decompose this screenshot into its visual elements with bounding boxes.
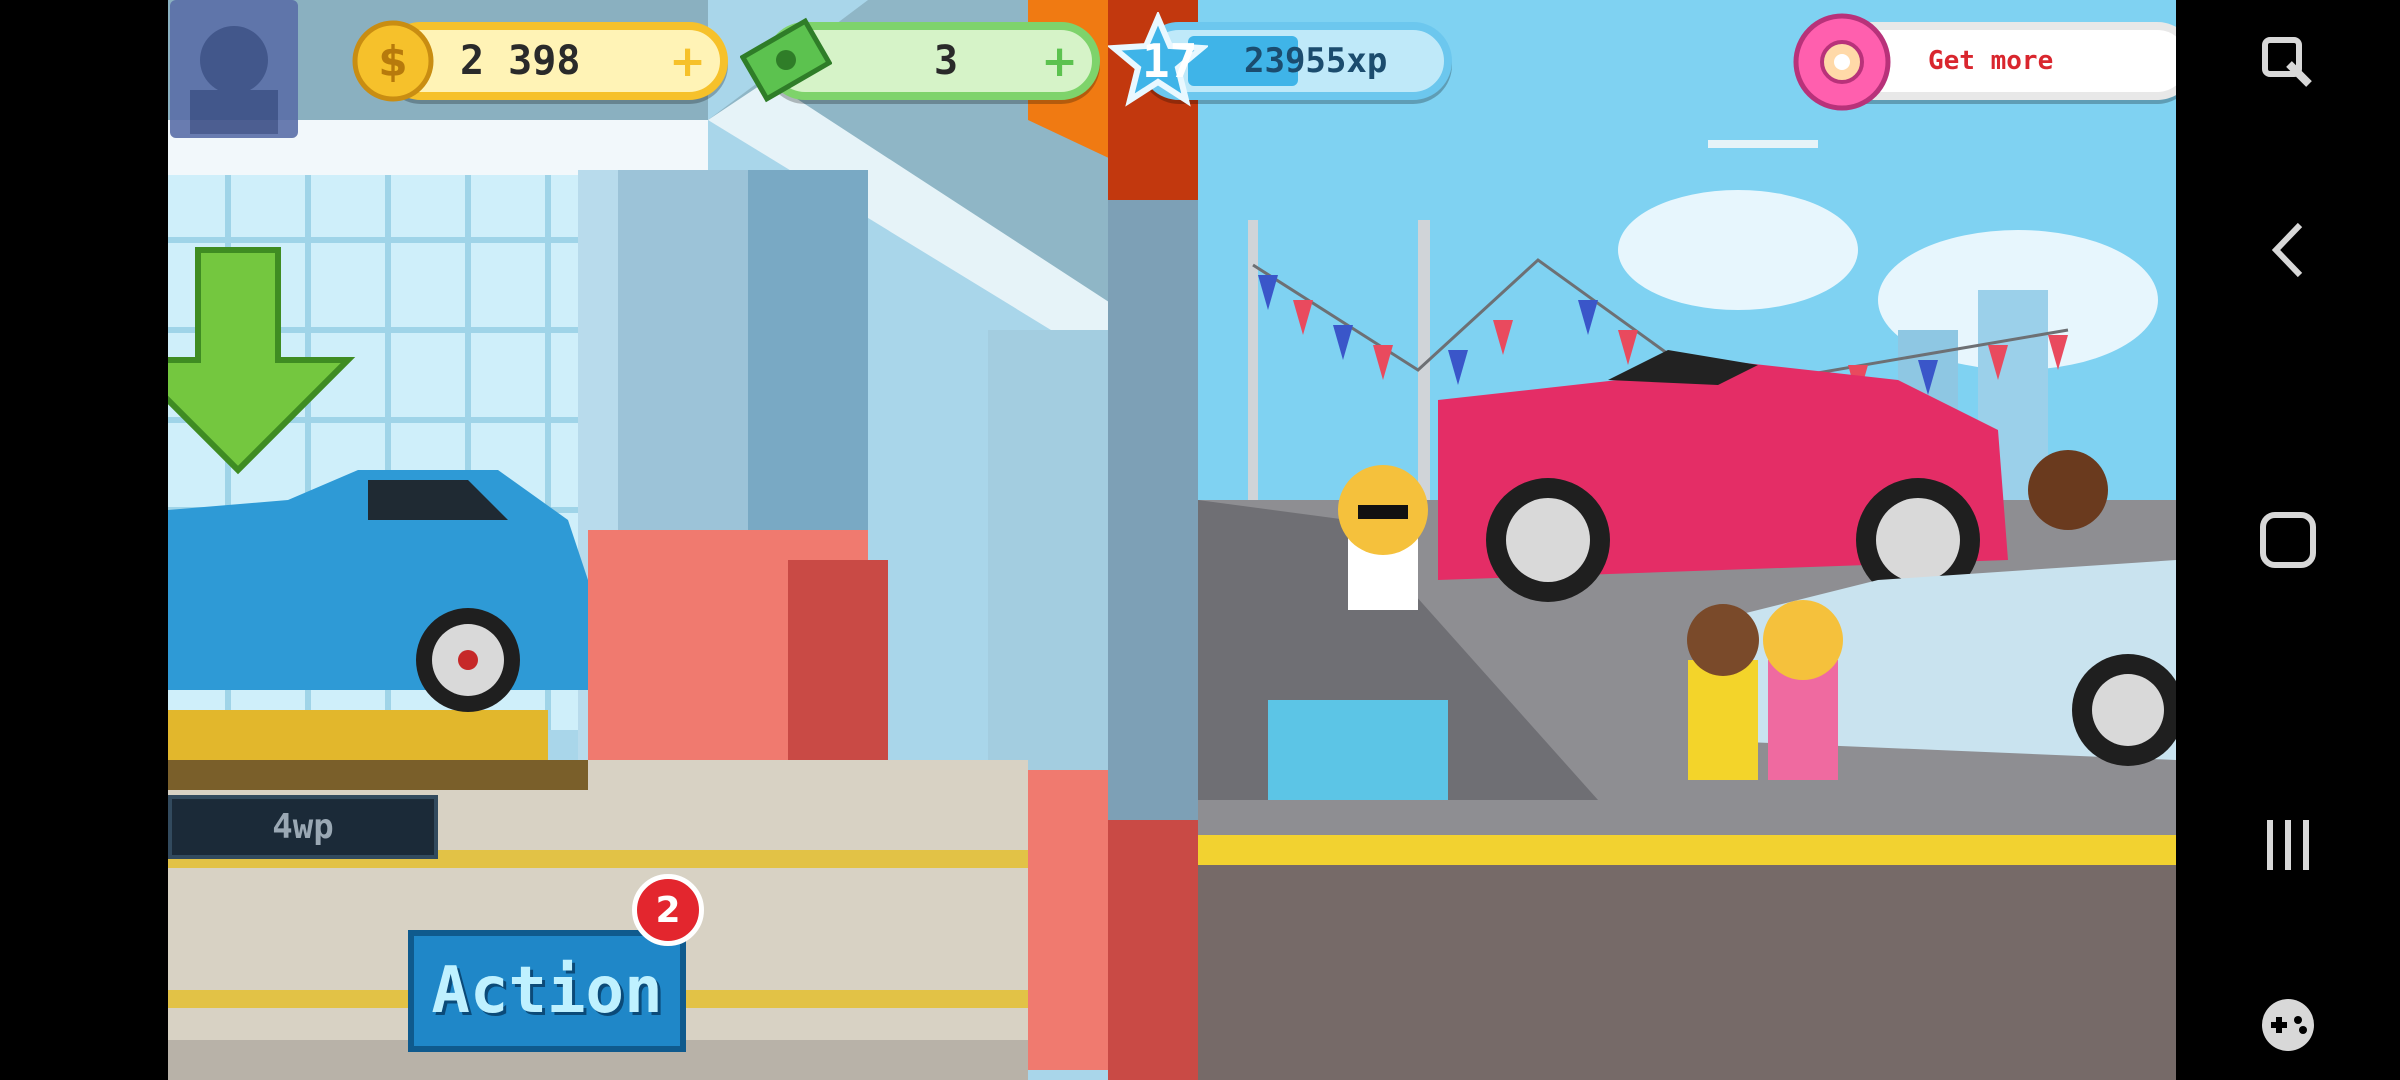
donut-get-more[interactable]: Get more	[1793, 13, 2176, 111]
recents-button[interactable]	[2176, 795, 2400, 895]
home-button[interactable]	[2176, 490, 2400, 590]
coins-plus-icon[interactable]: +	[669, 36, 706, 87]
system-navigation-bar	[2176, 0, 2400, 1080]
cash-counter[interactable]: 3 +	[740, 17, 1100, 103]
lift-label-text: 4wp	[272, 807, 334, 847]
portrait-icon	[190, 26, 278, 134]
screen-write-icon	[2262, 37, 2312, 87]
donut-get-more-label: Get more	[1928, 46, 2054, 76]
action-notification-badge: 2	[632, 874, 704, 946]
game-tools-button[interactable]	[2176, 975, 2400, 1075]
screenshot-edit-button[interactable]	[2176, 18, 2400, 108]
action-button-label: Action	[431, 954, 663, 1028]
svg-text:$: $	[378, 37, 407, 86]
xp-value: 23955xp	[1244, 41, 1388, 81]
showroom-area[interactable]	[1198, 0, 2176, 1080]
level-value: 17	[1142, 34, 1198, 88]
cash-icon	[740, 17, 832, 103]
coins-value: 2 398	[460, 38, 581, 84]
donut-icon	[1793, 13, 1891, 111]
cash-value: 3	[934, 38, 959, 84]
coins-counter[interactable]: $ 2 398 +	[352, 20, 728, 102]
recents-icon	[2267, 820, 2309, 870]
gamepad-icon	[2262, 999, 2314, 1051]
cash-plus-icon[interactable]: +	[1041, 36, 1078, 87]
xp-counter[interactable]: 17 23955xp	[1108, 12, 1452, 107]
lift-label: 4wp	[168, 795, 438, 859]
action-button[interactable]: Action	[408, 930, 686, 1052]
coin-icon: $	[352, 20, 434, 102]
showroom-background	[1198, 0, 2176, 1080]
back-button[interactable]	[2176, 200, 2400, 300]
garage-area[interactable]: 4wp Action 2	[168, 0, 1198, 1080]
character-portrait[interactable]	[170, 0, 298, 138]
home-square-icon	[2260, 512, 2316, 568]
game-viewport[interactable]: 4wp Action 2 $ 2 398 + 3 + 17 23955xp Ge…	[168, 0, 2176, 1080]
back-chevron-icon	[2271, 222, 2303, 278]
